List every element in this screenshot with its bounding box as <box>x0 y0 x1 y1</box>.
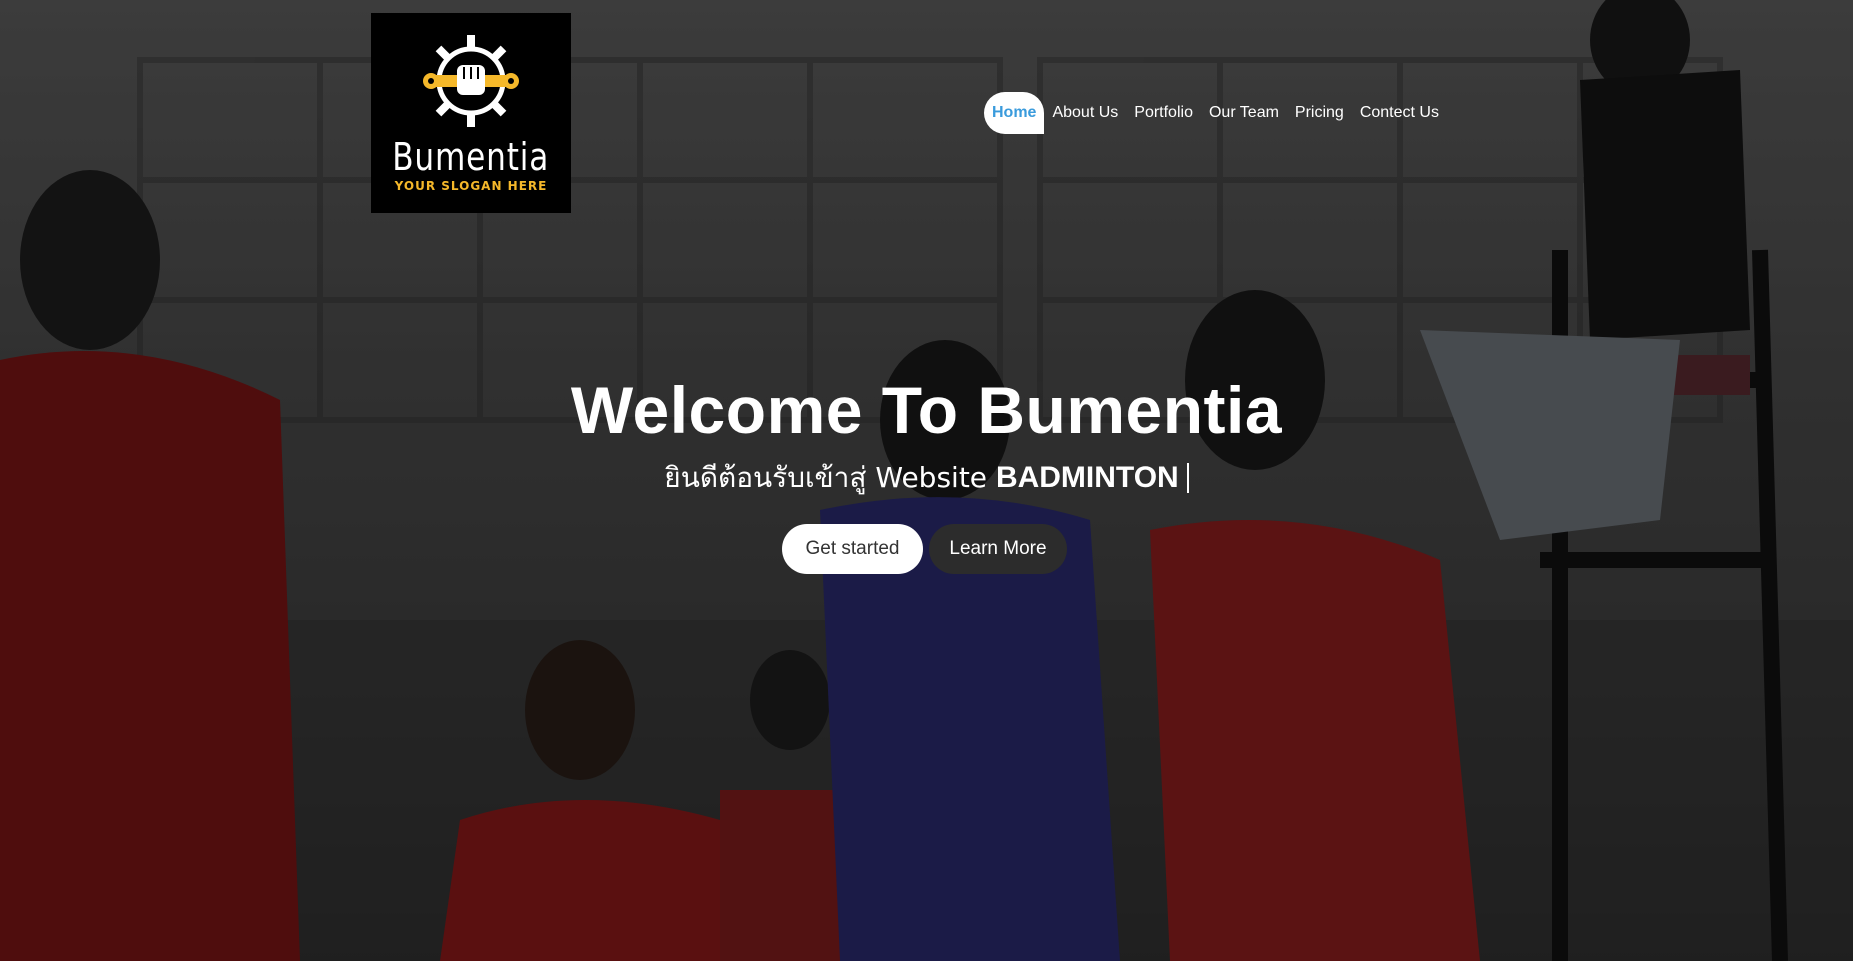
get-started-button[interactable]: Get started <box>782 524 923 574</box>
nav-item-home[interactable]: Home <box>984 92 1045 134</box>
hero-section: Bumentia YOUR SLOGAN HERE Home About Us … <box>0 0 1853 961</box>
brand-name: Bumentia <box>392 135 550 179</box>
nav-item-about-us[interactable]: About Us <box>1044 92 1126 134</box>
nav-item-contact-us[interactable]: Contect Us <box>1352 92 1447 134</box>
gear-fist-icon <box>423 35 519 127</box>
nav-item-portfolio[interactable]: Portfolio <box>1126 92 1201 134</box>
nav-item-pricing[interactable]: Pricing <box>1287 92 1352 134</box>
brand-slogan: YOUR SLOGAN HERE <box>394 179 548 193</box>
brand-logo[interactable]: Bumentia YOUR SLOGAN HERE <box>371 13 571 213</box>
main-nav: Home About Us Portfolio Our Team Pricing… <box>984 92 1447 134</box>
hero-title: Welcome To Bumentia <box>570 373 1283 447</box>
nav-item-our-team[interactable]: Our Team <box>1201 92 1287 134</box>
hero-subtitle: ยินดีต้อนรับเข้าสู่ Website BADMINTON <box>0 456 1853 500</box>
hero-subtitle-website: Website <box>875 461 988 494</box>
hero-subtitle-typed: BADMINTON <box>995 461 1179 494</box>
typing-cursor <box>1186 463 1189 493</box>
learn-more-button[interactable]: Learn More <box>929 524 1067 574</box>
hero-buttons: Get started Learn More <box>782 524 1067 574</box>
hero-subtitle-thai: ยินดีต้อนรับเข้าสู่ <box>664 461 867 494</box>
